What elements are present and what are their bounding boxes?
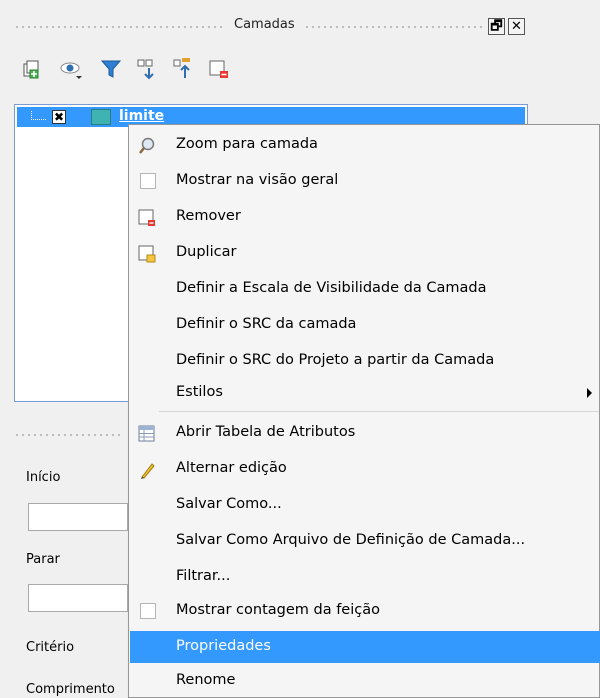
remove-layer-icon xyxy=(209,60,228,78)
add-group-icon xyxy=(23,60,39,79)
menu-item-remove[interactable]: Remover xyxy=(130,201,600,233)
dock-grip-right xyxy=(304,24,484,30)
menu-item-label: Filtrar... xyxy=(176,568,231,584)
menu-item-label: Estilos xyxy=(176,384,223,400)
menu-separator xyxy=(159,411,599,412)
layer-context-menu: Zoom para camada Mostrar na visão geral … xyxy=(128,124,600,698)
menu-item-properties[interactable]: Propriedades xyxy=(130,631,600,663)
length-label: Comprimento xyxy=(26,682,115,697)
menu-item-label: Propriedades xyxy=(176,638,271,654)
pencil-icon xyxy=(141,463,155,479)
zoom-magnifier-icon xyxy=(139,137,155,154)
visibility-button[interactable] xyxy=(58,56,84,82)
dock-title: Camadas xyxy=(234,17,295,32)
lower-dock-grip xyxy=(14,432,124,438)
menu-item-label: Salvar Como... xyxy=(176,496,282,512)
start-label: Início xyxy=(26,470,61,485)
menu-item-label: Mostrar na visão geral xyxy=(176,172,339,188)
stop-input[interactable] xyxy=(28,584,128,612)
menu-item-label: Abrir Tabela de Atributos xyxy=(176,424,356,440)
menu-item-duplicate[interactable]: Duplicar xyxy=(130,237,600,269)
menu-item-rename[interactable]: Renome xyxy=(130,665,600,697)
menu-item-toggle-editing[interactable]: Alternar edição xyxy=(130,453,600,485)
menu-item-show-feature-count[interactable]: Mostrar contagem da feição xyxy=(130,595,600,627)
menu-item-styles[interactable]: Estilos xyxy=(130,377,600,409)
menu-item-label: Remover xyxy=(176,208,241,224)
menu-item-label: Duplicar xyxy=(176,244,237,260)
dock-title-bar[interactable]: Camadas 🗗 ✕ xyxy=(14,14,532,40)
menu-item-zoom-to-layer[interactable]: Zoom para camada xyxy=(130,129,600,161)
menu-item-label: Definir o SRC da camada xyxy=(176,316,357,332)
stop-label: Parar xyxy=(26,552,60,567)
dock-grip-left xyxy=(14,24,224,30)
filter-legend-button[interactable] xyxy=(98,56,124,82)
checkbox-icon[interactable] xyxy=(140,173,156,189)
layer-name[interactable]: limite xyxy=(119,108,164,124)
close-dock-button[interactable]: ✕ xyxy=(508,18,525,35)
menu-item-label: Salvar Como Arquivo de Definição de Cama… xyxy=(176,532,526,548)
filter-legend-icon xyxy=(100,60,122,78)
layer-visibility-checkbox[interactable]: ✖ xyxy=(52,110,66,124)
menu-item-label: Renome xyxy=(176,672,236,688)
menu-item-open-attribute-table[interactable]: Abrir Tabela de Atributos xyxy=(130,417,600,449)
menu-item-show-in-overview[interactable]: Mostrar na visão geral xyxy=(130,165,600,197)
checkbox-icon[interactable] xyxy=(140,603,156,619)
remove-layer-button[interactable] xyxy=(206,56,232,82)
add-group-button[interactable] xyxy=(18,56,44,82)
duplicate-layer-icon xyxy=(138,245,156,263)
menu-item-set-scale-visibility[interactable]: Definir a Escala de Visibilidade da Cama… xyxy=(130,273,600,305)
layers-toolbar xyxy=(18,56,418,86)
collapse-all-icon xyxy=(173,58,190,78)
expand-all-icon xyxy=(137,59,154,80)
menu-item-label: Alternar edição xyxy=(176,460,287,476)
layer-color-swatch xyxy=(91,109,111,125)
start-input[interactable] xyxy=(28,503,128,531)
menu-item-set-project-crs[interactable]: Definir o SRC do Projeto a partir da Cam… xyxy=(130,345,600,377)
float-dock-button[interactable]: 🗗 xyxy=(488,18,505,35)
visibility-eye-icon xyxy=(60,62,82,79)
menu-item-label: Definir a Escala de Visibilidade da Cama… xyxy=(176,280,487,296)
remove-layer-icon xyxy=(138,209,155,226)
menu-item-label: Definir o SRC do Projeto a partir da Cam… xyxy=(176,352,495,368)
criterion-label: Critério xyxy=(26,640,75,655)
menu-item-label: Zoom para camada xyxy=(176,136,318,152)
menu-item-filter[interactable]: Filtrar... xyxy=(130,561,600,593)
menu-item-save-as[interactable]: Salvar Como... xyxy=(130,489,600,521)
menu-item-set-layer-crs[interactable]: Definir o SRC da camada xyxy=(130,309,600,341)
collapse-all-button[interactable] xyxy=(170,56,196,82)
menu-item-save-as-layer-definition[interactable]: Salvar Como Arquivo de Definição de Cama… xyxy=(130,525,600,557)
expand-all-button[interactable] xyxy=(134,56,160,82)
tree-branch-line xyxy=(31,111,46,120)
menu-item-label: Mostrar contagem da feição xyxy=(176,602,380,618)
submenu-arrow-icon xyxy=(587,388,592,398)
attribute-table-icon xyxy=(138,425,155,442)
